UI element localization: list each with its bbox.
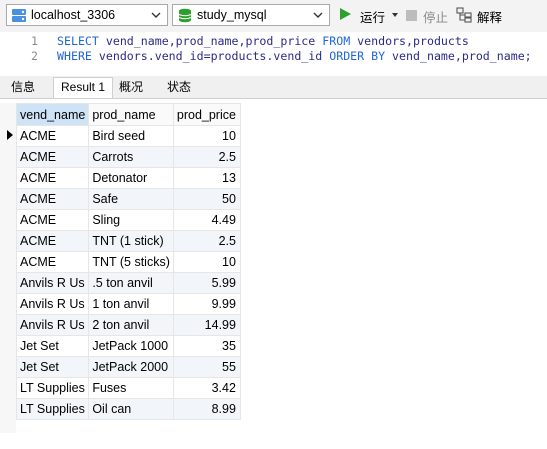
table-cell-prod-price[interactable]: 2.5: [172, 146, 241, 168]
server-icon: [12, 9, 26, 22]
stop-icon: [406, 10, 417, 21]
table-cell-vend-name[interactable]: ACME: [15, 209, 90, 231]
sql-keyword: WHERE: [57, 49, 92, 63]
header-row: vend_name prod_name prod_price: [15, 103, 241, 126]
table-cell-prod-price[interactable]: 4.49: [172, 209, 241, 231]
run-icon[interactable]: [340, 8, 351, 20]
tab-profile[interactable]: 概况: [112, 78, 150, 97]
table-cell-prod-price[interactable]: 8.99: [172, 398, 241, 420]
table-cell-vend-name[interactable]: Anvils R Us: [15, 293, 90, 315]
table-cell-prod-name[interactable]: TNT (1 stick): [88, 230, 174, 252]
table-cell-prod-name[interactable]: JetPack 1000: [88, 335, 174, 357]
chevron-down-icon: [151, 12, 161, 18]
table-cell-vend-name[interactable]: Jet Set: [15, 335, 90, 357]
database-icon: [178, 8, 192, 23]
table-cell-prod-price[interactable]: 55: [172, 356, 241, 378]
table-cell-prod-name[interactable]: Safe: [88, 188, 174, 210]
table-cell-prod-price[interactable]: 3.42: [172, 377, 241, 399]
table-cell-prod-name[interactable]: Fuses: [88, 377, 174, 399]
sql-line-1: SELECT vend_name,prod_name,prod_price FR…: [57, 34, 469, 48]
table-cell-prod-name[interactable]: TNT (5 sticks): [88, 251, 174, 273]
current-row-pointer-icon: [7, 130, 13, 140]
table-row[interactable]: Jet Set JetPack 1000 35: [15, 335, 241, 357]
table-cell-prod-name[interactable]: Detonator: [88, 167, 174, 189]
table-row[interactable]: LT Supplies Oil can 8.99: [15, 398, 241, 420]
sql-line-2: WHERE vendors.vend_id=products.vend_id O…: [57, 49, 532, 63]
tab-info[interactable]: 信息: [4, 78, 42, 97]
sql-keyword: SELECT: [57, 34, 99, 48]
table-cell-prod-price[interactable]: 35: [172, 335, 241, 357]
table-cell-prod-price[interactable]: 50: [172, 188, 241, 210]
table-cell-prod-name[interactable]: JetPack 2000: [88, 356, 174, 378]
sql-text: vend_name,prod_name;: [385, 49, 532, 63]
table-cell-vend-name[interactable]: Jet Set: [15, 356, 90, 378]
table-cell-prod-name[interactable]: Carrots: [88, 146, 174, 168]
table-cell-prod-price[interactable]: 10: [172, 251, 241, 273]
column-header-prod-price[interactable]: prod_price: [172, 103, 241, 126]
table-cell-prod-price[interactable]: 10: [172, 125, 241, 147]
table-cell-vend-name[interactable]: LT Supplies: [15, 377, 90, 399]
table-cell-vend-name[interactable]: Anvils R Us: [15, 314, 90, 336]
table-cell-vend-name[interactable]: Anvils R Us: [15, 272, 90, 294]
table-cell-prod-name[interactable]: Bird seed: [88, 125, 174, 147]
connection-select[interactable]: localhost_3306: [6, 4, 168, 26]
table-cell-prod-name[interactable]: Oil can: [88, 398, 174, 420]
table-cell-prod-price[interactable]: 5.99: [172, 272, 241, 294]
table-cell-prod-name[interactable]: Sling: [88, 209, 174, 231]
table-cell-prod-price[interactable]: 13: [172, 167, 241, 189]
column-header-vend-name[interactable]: vend_name: [15, 103, 90, 126]
line-number: 1: [31, 34, 38, 48]
table-row[interactable]: ACME Carrots 2.5: [15, 146, 241, 168]
sql-keyword: FROM: [322, 34, 351, 48]
table-row[interactable]: ACME Sling 4.49: [15, 209, 241, 231]
table-cell-prod-price[interactable]: 9.99: [172, 293, 241, 315]
table-row[interactable]: ACME Safe 50: [15, 188, 241, 210]
table-cell-prod-price[interactable]: 14.99: [172, 314, 241, 336]
table-row[interactable]: Anvils R Us 2 ton anvil 14.99: [15, 314, 241, 336]
toolbar: localhost_3306 study_mysql 运行 停止 解释: [0, 0, 547, 32]
stop-button[interactable]: 停止: [423, 7, 448, 26]
table-cell-vend-name[interactable]: LT Supplies: [15, 398, 90, 420]
table-cell-prod-name[interactable]: .5 ton anvil: [88, 272, 174, 294]
table-row[interactable]: ACME Bird seed 10: [15, 125, 241, 147]
sql-keyword: ORDER BY: [329, 49, 386, 63]
result-table: vend_name prod_name prod_price ACME Bird …: [15, 103, 241, 420]
table-cell-vend-name[interactable]: ACME: [15, 188, 90, 210]
run-dropdown-icon[interactable]: [392, 13, 398, 17]
sql-text: vendors,products: [350, 34, 469, 48]
table-cell-vend-name[interactable]: ACME: [15, 146, 90, 168]
database-select[interactable]: study_mysql: [172, 4, 330, 26]
table-cell-vend-name[interactable]: ACME: [15, 251, 90, 273]
table-cell-vend-name[interactable]: ACME: [15, 167, 90, 189]
table-cell-vend-name[interactable]: ACME: [15, 125, 90, 147]
connection-label: localhost_3306: [31, 8, 116, 22]
database-label: study_mysql: [197, 8, 267, 22]
tab-status[interactable]: 状态: [160, 78, 198, 97]
chevron-down-icon: [313, 12, 323, 18]
sql-editor[interactable]: 1 SELECT vend_name,prod_name,prod_price …: [0, 32, 547, 74]
tab-result-1[interactable]: Result 1: [53, 77, 114, 98]
table-row[interactable]: ACME TNT (5 sticks) 10: [15, 251, 241, 273]
table-cell-prod-name[interactable]: 2 ton anvil: [88, 314, 174, 336]
row-header-column: [0, 103, 16, 433]
column-header-prod-name[interactable]: prod_name: [88, 103, 174, 126]
table-row[interactable]: LT Supplies Fuses 3.42: [15, 377, 241, 399]
table-row[interactable]: Jet Set JetPack 2000 55: [15, 356, 241, 378]
explain-button[interactable]: 解释: [477, 7, 502, 26]
sql-text: vendors.vend_id=products.vend_id: [91, 49, 330, 63]
table-cell-prod-name[interactable]: 1 ton anvil: [88, 293, 174, 315]
table-cell-vend-name[interactable]: ACME: [15, 230, 90, 252]
table-cell-prod-price[interactable]: 2.5: [172, 230, 241, 252]
table-row[interactable]: ACME Detonator 13: [15, 167, 241, 189]
result-tabs: 信息 Result 1 概况 状态: [0, 76, 547, 99]
explain-icon: [456, 7, 472, 23]
table-row[interactable]: Anvils R Us 1 ton anvil 9.99: [15, 293, 241, 315]
table-row[interactable]: ACME TNT (1 stick) 2.5: [15, 230, 241, 252]
table-row[interactable]: Anvils R Us .5 ton anvil 5.99: [15, 272, 241, 294]
line-number: 2: [31, 49, 38, 63]
sql-text: vend_name,prod_name,prod_price: [98, 34, 323, 48]
run-button[interactable]: 运行: [360, 7, 385, 26]
